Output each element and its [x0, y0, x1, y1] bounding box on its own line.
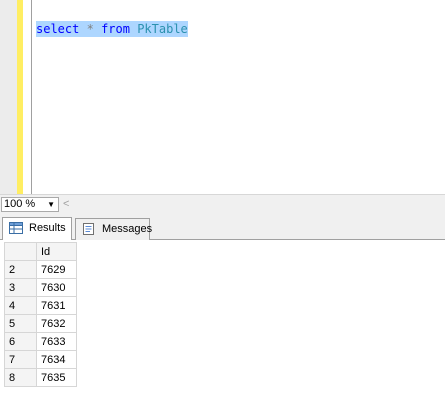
scroll-left-icon[interactable]: < — [63, 197, 69, 211]
cell-id[interactable]: 7630 — [36, 278, 77, 297]
table-row[interactable]: 2 7629 — [4, 260, 77, 279]
table-row[interactable]: 5 7632 — [4, 314, 77, 333]
table-row[interactable]: 4 7631 — [4, 296, 77, 315]
table-identifier: PkTable — [137, 22, 188, 36]
tab-messages[interactable]: Messages — [75, 218, 153, 240]
row-number[interactable]: 4 — [4, 296, 37, 315]
keyword-from: from — [101, 22, 130, 36]
results-grid-area: Id 2 7629 3 7630 4 7631 5 7632 6 7633 7 … — [0, 240, 445, 398]
grid-icon — [9, 222, 23, 234]
row-number[interactable]: 6 — [4, 332, 37, 351]
chevron-down-icon[interactable]: ▼ — [47, 198, 55, 211]
result-tabs: Results Messages — [0, 213, 445, 240]
keyword-select: select — [36, 22, 80, 36]
row-number[interactable]: 5 — [4, 314, 37, 333]
cell-id[interactable]: 7634 — [36, 350, 77, 369]
zoom-dropdown[interactable]: 100 % ▼ — [1, 197, 59, 212]
cell-id[interactable]: 7633 — [36, 332, 77, 351]
row-number[interactable]: 3 — [4, 278, 37, 297]
tab-messages-label: Messages — [102, 223, 153, 235]
editor-status-strip: 100 % ▼ < — [0, 194, 445, 213]
cell-id[interactable]: 7629 — [36, 260, 77, 279]
editor-margin — [23, 0, 31, 194]
row-number[interactable]: 2 — [4, 260, 37, 279]
tab-results-label: Results — [29, 222, 66, 234]
table-row[interactable]: 3 7630 — [4, 278, 77, 297]
operator-star: * — [86, 22, 94, 36]
table-row[interactable]: 7 7634 — [4, 350, 77, 369]
zoom-value: 100 % — [4, 198, 36, 210]
cell-id[interactable]: 7635 — [36, 368, 77, 387]
code-line-selected[interactable]: select * from PkTable — [36, 21, 188, 37]
header-row: Id — [4, 242, 77, 261]
row-number[interactable]: 8 — [4, 368, 37, 387]
editor-margin-line — [31, 0, 32, 194]
row-number[interactable]: 7 — [4, 350, 37, 369]
cell-id[interactable]: 7631 — [36, 296, 77, 315]
table-row[interactable]: 8 7635 — [4, 368, 77, 387]
results-grid: Id 2 7629 3 7630 4 7631 5 7632 6 7633 7 … — [4, 242, 77, 387]
editor-gutter — [0, 0, 17, 194]
message-icon — [83, 223, 94, 235]
table-row[interactable]: 6 7633 — [4, 332, 77, 351]
tab-results[interactable]: Results — [2, 217, 72, 240]
cell-id[interactable]: 7632 — [36, 314, 77, 333]
query-editor[interactable]: select * from PkTable — [0, 0, 445, 194]
grid-corner[interactable] — [4, 242, 37, 261]
column-header-id[interactable]: Id — [36, 242, 77, 261]
